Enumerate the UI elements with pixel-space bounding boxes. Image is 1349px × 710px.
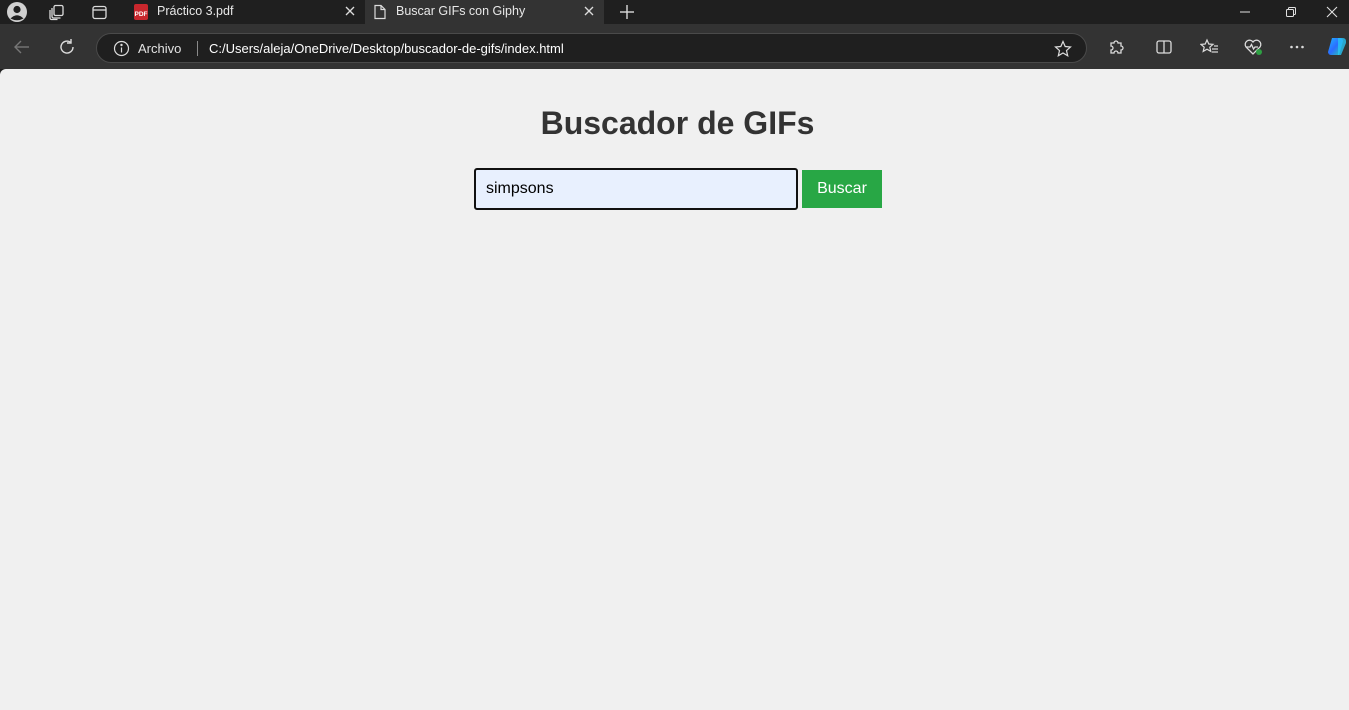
refresh-button[interactable] — [51, 31, 83, 63]
info-icon[interactable] — [113, 40, 130, 57]
restore-icon — [1286, 7, 1296, 17]
tab-actions-button[interactable] — [84, 0, 114, 24]
favorites-icon — [1199, 38, 1218, 53]
new-tab-button[interactable] — [612, 0, 642, 24]
back-button[interactable] — [6, 31, 38, 63]
split-screen-button[interactable] — [1148, 31, 1180, 63]
close-window-button[interactable] — [1314, 0, 1349, 24]
pdf-icon: PDF — [134, 4, 148, 20]
restore-button[interactable] — [1268, 0, 1314, 24]
profile-icon — [7, 2, 27, 22]
security-label[interactable]: Archivo — [138, 41, 181, 56]
tab-buscar-gifs[interactable]: Buscar GIFs con Giphy — [365, 0, 604, 24]
tab-label: Práctico 3.pdf — [157, 4, 234, 18]
tab-practico-pdf[interactable]: PDF Práctico 3.pdf — [126, 0, 365, 24]
tab-label: Buscar GIFs con Giphy — [396, 4, 526, 18]
tab-actions-icon — [91, 5, 107, 19]
tab-strip: PDF Práctico 3.pdf Buscar GIFs con Giphy — [0, 0, 1349, 24]
favorite-star-icon[interactable] — [1054, 40, 1072, 58]
workspaces-button[interactable] — [42, 0, 72, 24]
more-icon — [1290, 45, 1304, 49]
browser-essentials-button[interactable] — [1237, 31, 1269, 63]
search-input[interactable] — [474, 168, 798, 210]
minimize-button[interactable] — [1222, 0, 1268, 24]
plus-icon — [620, 5, 634, 19]
close-icon — [1326, 6, 1337, 18]
address-bar[interactable]: Archivo C:/Users/aleja/OneDrive/Desktop/… — [96, 33, 1087, 63]
heart-pulse-icon — [1244, 39, 1262, 55]
back-arrow-icon — [14, 40, 29, 54]
url-text[interactable]: C:/Users/aleja/OneDrive/Desktop/buscador… — [209, 41, 564, 56]
minimize-icon — [1240, 11, 1250, 13]
favorites-button[interactable] — [1193, 31, 1225, 63]
close-icon[interactable] — [343, 4, 357, 18]
more-options-button[interactable] — [1281, 31, 1313, 63]
page-viewport: Buscador de GIFs Buscar — [0, 69, 1349, 710]
workspaces-icon — [49, 4, 64, 21]
split-screen-icon — [1156, 40, 1172, 54]
close-icon[interactable] — [582, 4, 596, 18]
extensions-button[interactable] — [1100, 31, 1132, 63]
address-divider — [197, 41, 198, 56]
profile-button[interactable] — [2, 0, 32, 24]
extensions-icon — [1110, 40, 1124, 54]
search-button[interactable]: Buscar — [802, 170, 882, 208]
copilot-button[interactable] — [1322, 31, 1349, 63]
copilot-icon — [1327, 38, 1346, 55]
browser-toolbar: Archivo C:/Users/aleja/OneDrive/Desktop/… — [0, 24, 1349, 69]
page-title: Buscador de GIFs — [540, 105, 815, 141]
refresh-icon — [60, 39, 74, 54]
page-icon — [374, 4, 386, 20]
